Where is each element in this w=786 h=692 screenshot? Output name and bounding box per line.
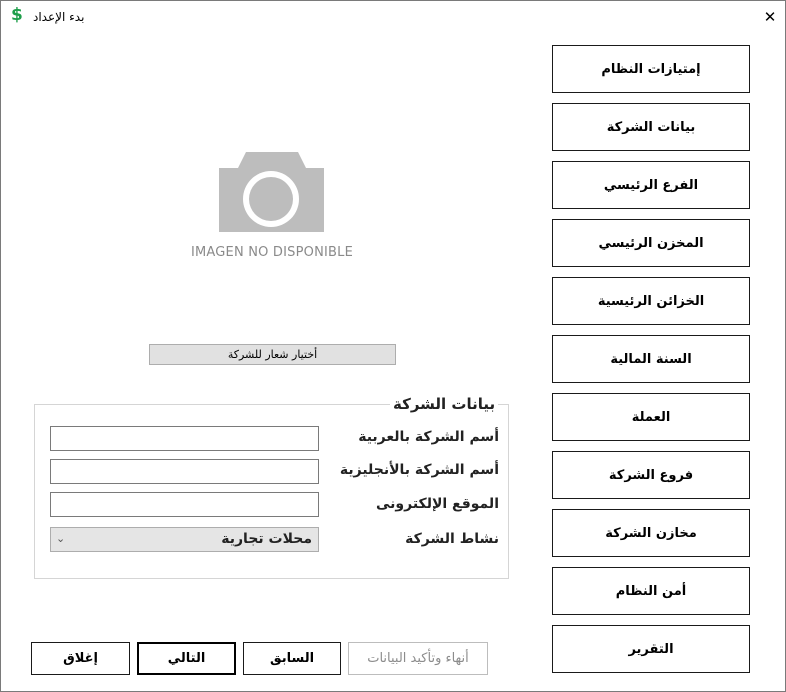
nav-company-warehouses-button[interactable]: مخازن الشركة — [552, 509, 750, 557]
nav-main-branch-button[interactable]: الفرع الرئيسي — [552, 161, 750, 209]
nav-main-warehouse-button[interactable]: المخزن الرئيسي — [552, 219, 750, 267]
nav-main-treasuries-button[interactable]: الخزائن الرئيسية — [552, 277, 750, 325]
company-activity-value: محلات تجارية — [221, 531, 312, 547]
company-data-group-title: بيانات الشركة — [390, 395, 499, 413]
nav-system-security-button[interactable]: أمن النظام — [552, 567, 750, 615]
company-name-en-label: أسم الشركة بالأنجليزية — [339, 462, 499, 478]
nav-system-privileges-button[interactable]: إمتيازات النظام — [552, 45, 750, 93]
company-activity-label: نشاط الشركة — [405, 531, 499, 547]
close-button[interactable]: إغلاق — [31, 642, 130, 675]
previous-button[interactable]: السابق — [243, 642, 341, 675]
nav-currency-button[interactable]: العملة — [552, 393, 750, 441]
nav-report-button[interactable]: التقرير — [552, 625, 750, 673]
title-bar: $ بدء الإعداد ✕ — [1, 1, 785, 32]
finish-confirm-button[interactable]: أنهاء وتأكيد البيانات — [348, 642, 488, 675]
close-icon[interactable]: ✕ — [755, 1, 785, 32]
chevron-down-icon: ⌄ — [56, 532, 66, 545]
nav-fiscal-year-button[interactable]: السنة المالية — [552, 335, 750, 383]
company-name-en-input[interactable] — [50, 459, 319, 484]
image-unavailable-text: IMAGEN NO DISPONIBLE — [190, 245, 354, 260]
window-title: بدء الإعداد — [33, 10, 85, 24]
choose-logo-button[interactable]: أختيار شعار للشركة — [149, 344, 396, 365]
dollar-icon: $ — [11, 5, 23, 25]
nav-company-data-button[interactable]: بيانات الشركة — [552, 103, 750, 151]
company-activity-select[interactable]: محلات تجارية ⌄ — [50, 527, 319, 552]
nav-company-branches-button[interactable]: فروع الشركة — [552, 451, 750, 499]
company-name-ar-input[interactable] — [50, 426, 319, 451]
website-label: الموقع الإلكترونى — [376, 496, 499, 512]
website-input[interactable] — [50, 492, 319, 517]
next-button[interactable]: التالي — [137, 642, 236, 675]
company-name-ar-label: أسم الشركة بالعربية — [358, 429, 499, 445]
